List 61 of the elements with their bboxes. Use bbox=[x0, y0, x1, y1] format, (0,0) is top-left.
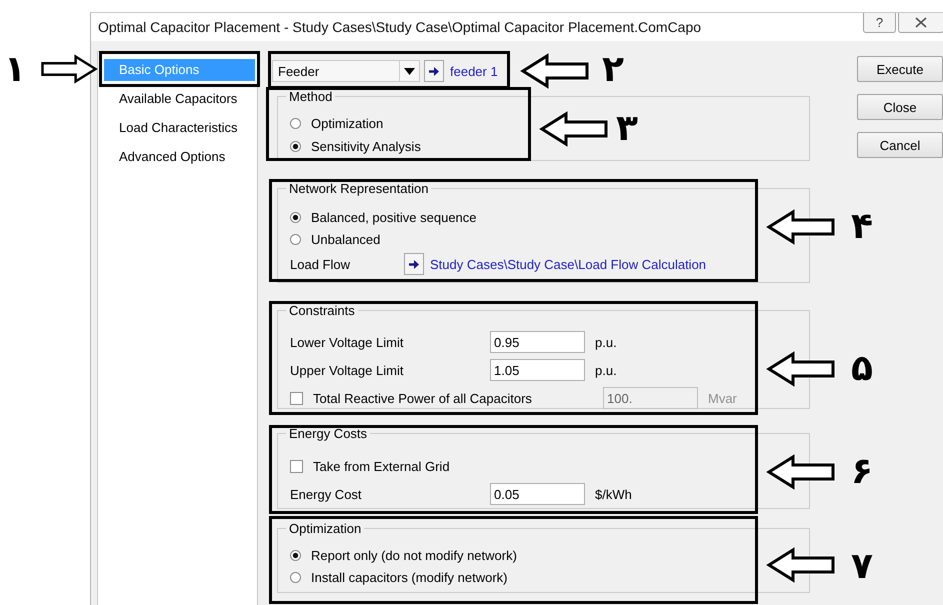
close-button[interactable] bbox=[898, 13, 943, 33]
window-title: Optimal Capacitor Placement - Study Cases\Study Case\Optimal Capacitor Placement.ComCapo bbox=[97, 18, 702, 35]
annotation-number: ۲ bbox=[602, 50, 624, 90]
field-label: Load Flow bbox=[290, 256, 351, 272]
jump-button[interactable] bbox=[404, 253, 424, 275]
input-field[interactable]: 1.05 bbox=[490, 359, 585, 381]
checkbox[interactable] bbox=[290, 460, 303, 472]
load-flow-link[interactable]: Study Cases\Study Case\Load Flow Calculation bbox=[430, 256, 706, 272]
annotation-number: ۶ bbox=[851, 452, 873, 492]
field-label: Upper Voltage Limit bbox=[290, 362, 404, 378]
unit-label: Mvar bbox=[708, 390, 737, 406]
feeder-link[interactable]: feeder 1 bbox=[450, 64, 498, 78]
unit-label: $/kWh bbox=[595, 486, 632, 502]
field-label: Energy Cost bbox=[290, 486, 363, 502]
option-label: Optimization bbox=[311, 116, 384, 131]
radio-button[interactable] bbox=[290, 141, 301, 152]
field-label: Lower Voltage Limit bbox=[290, 334, 404, 350]
radio-button[interactable] bbox=[290, 118, 301, 129]
radio-button[interactable] bbox=[290, 550, 301, 560]
radio-button[interactable] bbox=[290, 212, 301, 222]
input-field[interactable]: 0.95 bbox=[490, 331, 585, 353]
arrow-icon bbox=[766, 547, 836, 583]
annotation-number: ۴ bbox=[851, 207, 873, 247]
radio-button[interactable] bbox=[290, 234, 301, 244]
sidebar-item[interactable]: Load Characteristics bbox=[104, 117, 255, 139]
annotation-number: ۱ bbox=[4, 50, 26, 90]
annotation-number: ۵ bbox=[851, 349, 873, 389]
dialog-button[interactable]: Close bbox=[857, 94, 943, 120]
unit-label: p.u. bbox=[595, 334, 617, 350]
arrow-icon bbox=[766, 351, 836, 387]
checkbox-label: Total Reactive Power of all Capacitors bbox=[313, 390, 533, 406]
arrow-icon bbox=[520, 53, 590, 89]
dialog-button[interactable]: Cancel bbox=[857, 132, 943, 158]
arrow-right-icon bbox=[409, 260, 419, 268]
annotation-number: ۷ bbox=[851, 547, 873, 587]
group-title: Method bbox=[286, 89, 336, 104]
dialog-button[interactable]: Execute bbox=[857, 56, 943, 82]
option-label: Unbalanced bbox=[311, 232, 380, 246]
caret-icon bbox=[404, 68, 415, 74]
input-field[interactable]: 0.05 bbox=[490, 483, 585, 505]
arrow-icon bbox=[766, 209, 836, 245]
option-label: Sensitivity Analysis bbox=[311, 139, 421, 154]
close-icon bbox=[915, 17, 927, 28]
checkbox-label: Take from External Grid bbox=[313, 458, 450, 474]
annotation-number: ۳ bbox=[616, 109, 638, 149]
feeder-dropdown[interactable]: Feeder bbox=[272, 60, 420, 82]
arrow-right-icon bbox=[429, 66, 439, 76]
group-title: Network Representation bbox=[286, 181, 432, 196]
option-label: Balanced, positive sequence bbox=[311, 210, 477, 224]
group-title: Constraints bbox=[286, 303, 358, 318]
option-label: Install capacitors (modify network) bbox=[311, 570, 508, 584]
sidebar-item[interactable]: Advanced Options bbox=[104, 146, 255, 168]
sidebar-item[interactable]: Available Capacitors bbox=[104, 88, 255, 110]
radio-button[interactable] bbox=[290, 572, 301, 582]
unit-label: p.u. bbox=[595, 362, 617, 378]
arrow-icon bbox=[539, 111, 609, 147]
arrow-icon bbox=[766, 454, 836, 490]
group-title: Optimization bbox=[286, 521, 364, 536]
help-button[interactable]: ? bbox=[863, 13, 896, 33]
jump-button[interactable] bbox=[424, 60, 444, 82]
option-label: Report only (do not modify network) bbox=[311, 548, 517, 562]
